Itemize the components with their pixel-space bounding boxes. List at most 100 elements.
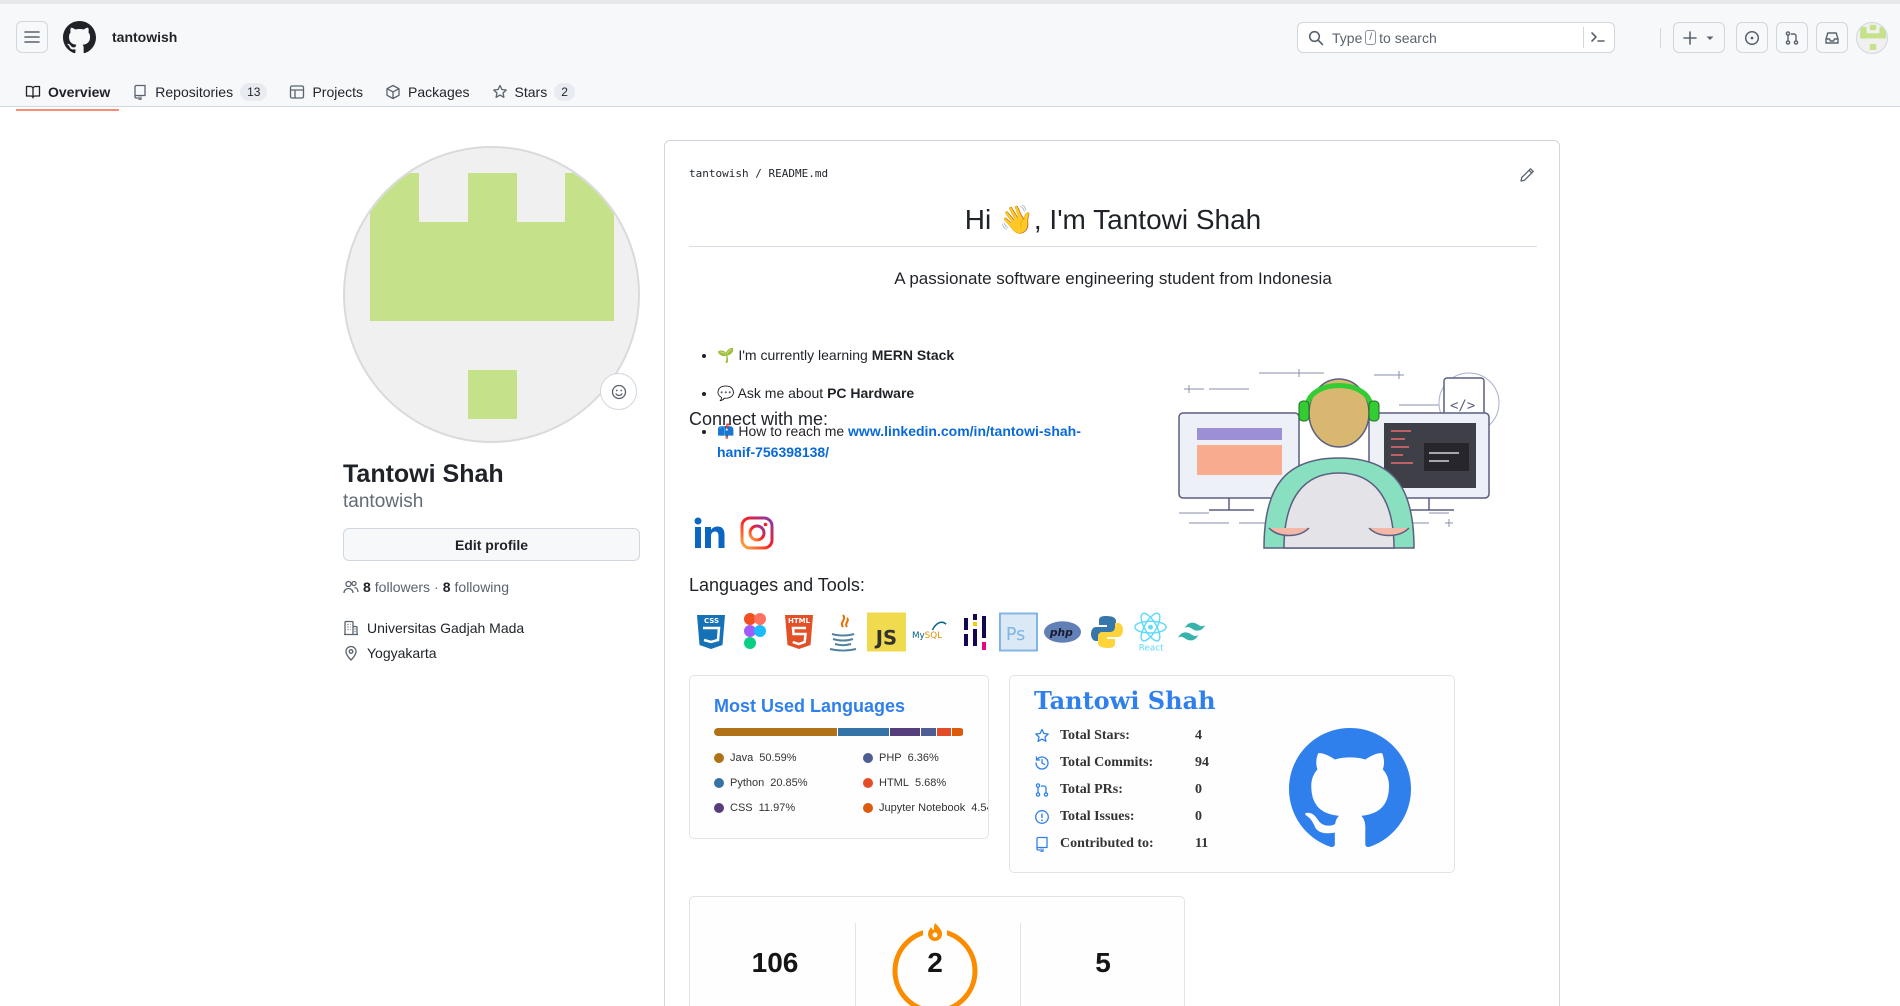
star-icon: [492, 84, 507, 98]
tab-overview-label: Overview: [48, 84, 111, 100]
bullet-text: Ask me about: [737, 385, 828, 401]
figma-icon[interactable]: [735, 611, 774, 652]
pull-requests-button[interactable]: [1776, 22, 1808, 53]
issues-button[interactable]: [1736, 22, 1768, 53]
css3-icon[interactable]: CSS: [691, 611, 730, 652]
table-icon: [290, 85, 305, 99]
followers-count[interactable]: 8: [363, 579, 371, 595]
tools-icon-row: CSS HTML JS My SQL Ps php React: [691, 611, 1214, 653]
smiley-icon: [611, 384, 626, 399]
heading-name: , I'm Tantowi Shah: [1033, 204, 1262, 235]
create-new-button[interactable]: [1673, 22, 1725, 53]
bullet-strong: PC Hardware: [827, 385, 915, 401]
language-name: Jupyter Notebook: [879, 802, 966, 814]
html-dot-icon: [863, 778, 873, 788]
plus-icon: [1683, 30, 1697, 45]
profile-tabs: Overview Repositories 13 Projects Packag…: [16, 74, 588, 111]
tailwind-icon[interactable]: [1175, 611, 1214, 652]
user-avatar-menu[interactable]: [1856, 22, 1888, 54]
tab-stars[interactable]: Stars 2: [483, 74, 584, 110]
bullet-strong: MERN Stack: [871, 347, 955, 363]
streak-divider: [1020, 923, 1021, 1006]
tab-packages[interactable]: Packages: [376, 74, 478, 110]
stat-value: 11: [1195, 836, 1209, 851]
stat-value: 0: [1195, 809, 1202, 824]
readme-path-file[interactable]: README.md: [768, 167, 828, 180]
profile-login: tantowish: [343, 491, 424, 512]
readme-path-user[interactable]: tantowish: [689, 167, 749, 180]
tab-stars-label: Stars: [514, 84, 548, 100]
history-icon: [1035, 756, 1049, 770]
git-pull-request-icon: [1785, 30, 1799, 45]
search-input[interactable]: Type / to search: [1297, 22, 1615, 53]
css-dot-icon: [714, 803, 724, 813]
python-icon[interactable]: [1087, 611, 1126, 652]
repositories-count: 13: [240, 83, 268, 101]
instagram-icon[interactable]: [739, 515, 775, 551]
edit-profile-button[interactable]: Edit profile: [343, 528, 640, 561]
language-name: Python: [730, 777, 765, 789]
inbox-button[interactable]: [1816, 22, 1848, 53]
linkedin-icon[interactable]: [693, 515, 729, 551]
stats-card-title: Tantowi Shah: [1034, 686, 1216, 715]
photoshop-icon[interactable]: Ps: [999, 611, 1038, 652]
search-divider: [1583, 27, 1584, 48]
stat-label: Contributed to:: [1060, 836, 1154, 851]
js-glyph: JS: [874, 626, 897, 649]
following-count[interactable]: 8: [443, 579, 451, 595]
stat-label: Total Stars:: [1060, 728, 1130, 743]
react-icon[interactable]: React: [1131, 611, 1170, 653]
java-dot-icon: [714, 753, 724, 763]
follow-separator: ·: [434, 579, 439, 595]
inbox-icon: [1825, 31, 1839, 44]
tab-repositories[interactable]: Repositories 13: [123, 74, 276, 110]
tab-projects[interactable]: Projects: [280, 74, 372, 110]
javascript-icon[interactable]: JS: [867, 611, 906, 652]
total-contributions-value: 106: [751, 947, 799, 978]
header-username[interactable]: tantowish: [112, 29, 177, 45]
react-glyph: React: [1139, 643, 1164, 652]
language-bar-segment: [951, 728, 963, 736]
set-status-button[interactable]: [600, 373, 637, 410]
search-shortcut-key: /: [1365, 30, 1377, 45]
repo-icon: [1036, 836, 1048, 852]
edit-readme-pencil-icon[interactable]: [1519, 167, 1535, 183]
book-icon: [25, 85, 41, 99]
html5-icon[interactable]: HTML: [779, 611, 818, 652]
html-glyph: HTML: [788, 617, 811, 625]
tab-overview[interactable]: Overview: [16, 74, 120, 111]
pandas-icon[interactable]: [955, 611, 994, 652]
stat-label: Total PRs:: [1060, 782, 1123, 797]
java-icon[interactable]: [823, 611, 862, 652]
code-tag-glyph: </>: [1450, 398, 1475, 414]
language-percent: 11.97%: [758, 802, 796, 814]
longest-streak-value: 5: [1095, 947, 1111, 978]
readme-heading: Hi 👋, I'm Tantowi Shah: [689, 203, 1537, 247]
language-percent: 4.54: [971, 802, 988, 814]
profile-readme: tantowish / README.md Hi 👋, I'm Tantowi …: [664, 140, 1560, 1006]
ps-glyph: Ps: [1006, 624, 1025, 644]
following-link[interactable]: following: [455, 579, 509, 595]
identicon-icon: [1860, 24, 1886, 50]
php-icon[interactable]: php: [1043, 611, 1082, 652]
tab-packages-label: Packages: [408, 84, 470, 100]
github-octocat-icon: [1289, 728, 1411, 847]
speech-bubble-emoji: 💬: [717, 385, 735, 401]
languages-card-title: Most Used Languages: [714, 696, 906, 716]
followers-link[interactable]: followers: [375, 579, 430, 595]
language-name: Java: [730, 752, 754, 764]
identicon-image: [370, 173, 614, 419]
language-item-java: Java 50.59%: [714, 752, 797, 764]
bullet-text: I'm currently learning: [738, 347, 872, 363]
github-logo-icon[interactable]: [63, 21, 96, 54]
organization-item: Universitas Gadjah Mada: [343, 620, 524, 636]
people-icon: [343, 580, 359, 594]
stat-row-contributed: Contributed to: 11: [1034, 836, 1208, 852]
language-percent: 6.36%: [907, 752, 939, 764]
mysql-icon[interactable]: My SQL: [911, 611, 950, 652]
command-palette-icon[interactable]: [1590, 29, 1606, 45]
language-name: PHP: [879, 752, 902, 764]
profile-avatar[interactable]: [343, 146, 640, 443]
menu-button[interactable]: [16, 21, 48, 53]
stars-count: 2: [554, 83, 575, 101]
